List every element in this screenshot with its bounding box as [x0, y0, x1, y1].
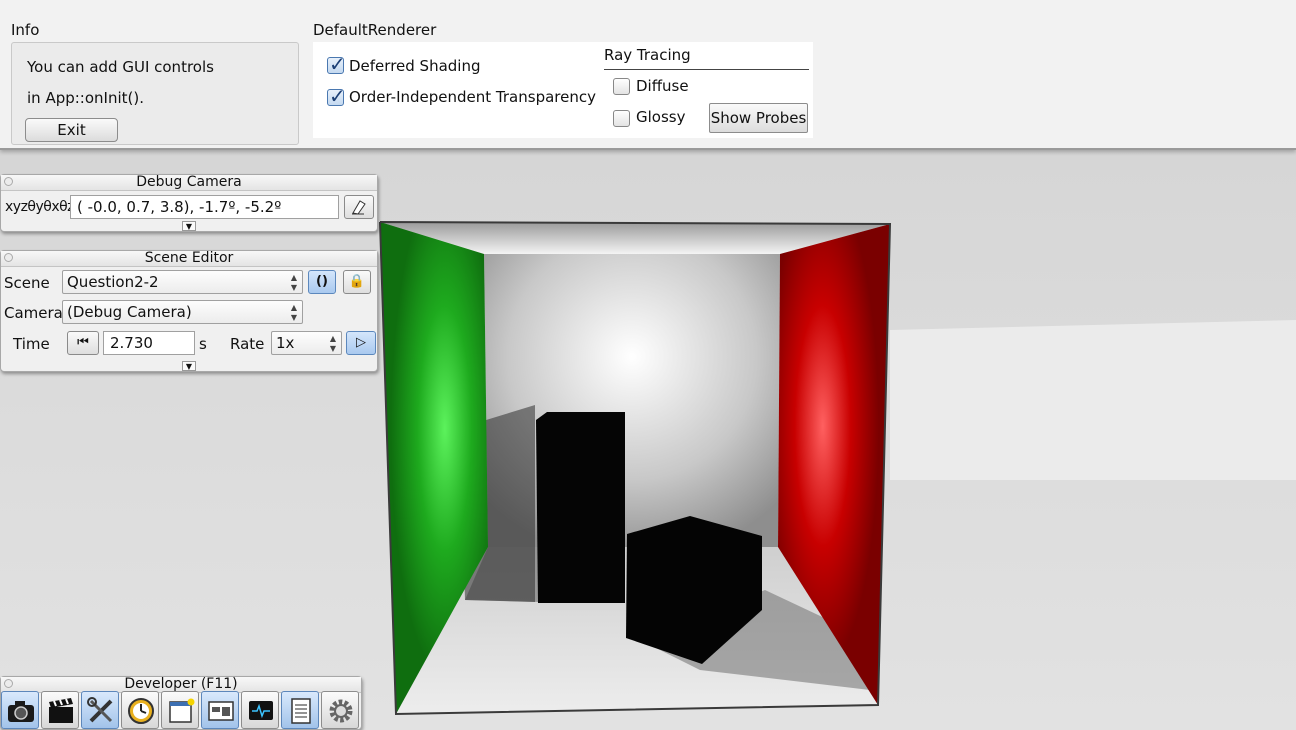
monitor-tool-button[interactable] [241, 691, 279, 729]
gear-icon [329, 699, 353, 723]
panel-collapse-icon[interactable] [4, 177, 13, 186]
scene-select-value: Question2-2 [67, 273, 159, 291]
deferred-shading-label: Deferred Shading [349, 57, 481, 75]
reload-scene-button[interactable]: () [308, 270, 336, 294]
oit-checkbox[interactable]: ✓ [327, 84, 346, 108]
glossy-label: Glossy [636, 108, 686, 126]
expand-down-icon[interactable]: ▼ [182, 221, 196, 231]
debug-camera-panel: Debug Camera xyzθyθxθz ( -0.0, 0.7, 3.8)… [0, 174, 378, 232]
cornell-box-render [0, 150, 1296, 730]
layout-icon [208, 701, 234, 721]
diffuse-label: Diffuse [636, 77, 689, 95]
time-label: Time [13, 335, 50, 353]
rewind-button[interactable]: ⏮ [67, 331, 99, 355]
diffuse-checkbox[interactable] [613, 78, 630, 95]
checkmark-icon: ✓ [329, 52, 346, 76]
renderer-group-title: DefaultRenderer [313, 21, 437, 39]
lock-icon: 🔒 [348, 274, 366, 289]
rate-select[interactable]: 1x ▲ ▼ [271, 331, 342, 355]
log-tool-button[interactable] [281, 691, 319, 729]
ray-tracing-divider [604, 69, 809, 70]
monitor-icon [249, 701, 273, 720]
3d-viewport[interactable] [0, 150, 1296, 730]
panel-collapse-icon[interactable] [4, 679, 13, 688]
developer-toolbar: Developer (F11) [0, 676, 362, 730]
rate-select-value: 1x [276, 334, 295, 352]
document-icon [291, 698, 311, 724]
top-control-bar: Info You can add GUI controls in App::on… [0, 0, 1296, 150]
lock-scene-button[interactable]: 🔒 [343, 270, 371, 294]
rewind-icon: ⏮ [77, 335, 89, 350]
info-text-line2: in App::onInit(). [27, 89, 144, 107]
tools-icon [87, 697, 113, 723]
oit-label: Order-Independent Transparency [349, 88, 596, 106]
scene-select[interactable]: Question2-2 ▲ ▼ [62, 270, 303, 294]
camera-coords-label: xyzθyθxθz [5, 199, 75, 215]
debug-camera-title[interactable]: Debug Camera [1, 175, 377, 191]
reload-icon: () [316, 274, 328, 289]
camera-select[interactable]: (Debug Camera) ▲ ▼ [62, 300, 303, 324]
camera-icon [8, 701, 34, 722]
tools-button[interactable] [81, 691, 119, 729]
settings-tool-button[interactable] [321, 691, 359, 729]
camera-coords-field[interactable]: ( -0.0, 0.7, 3.8), -1.7º, -5.2º [70, 195, 339, 219]
exit-button[interactable]: Exit [25, 118, 118, 142]
camera-tool-button[interactable] [1, 691, 39, 729]
glossy-checkbox[interactable] [613, 110, 630, 127]
time-field[interactable]: 2.730 [103, 331, 195, 355]
select-arrows-icon: ▲ ▼ [329, 334, 336, 353]
scene-label: Scene [4, 274, 50, 292]
clapperboard-icon [49, 698, 73, 723]
clock-icon [128, 698, 154, 724]
camera-select-value: (Debug Camera) [67, 303, 192, 321]
window-icon [169, 698, 195, 723]
rate-label: Rate [230, 335, 265, 353]
scene-editor-title[interactable]: Scene Editor [1, 251, 377, 267]
expand-down-icon[interactable]: ▼ [182, 361, 196, 371]
panel-collapse-icon[interactable] [4, 253, 13, 262]
info-panel: You can add GUI controls in App::onInit(… [11, 42, 299, 145]
play-icon: ▷ [356, 335, 366, 350]
checkmark-icon: ✓ [329, 84, 346, 108]
camera-label: Camera [4, 304, 63, 322]
video-tool-button[interactable] [41, 691, 79, 729]
scene-editor-panel: Scene Editor Scene Question2-2 ▲ ▼ () 🔒 C… [0, 250, 378, 372]
copy-camera-button[interactable] [344, 195, 374, 219]
info-group-title: Info [11, 21, 40, 39]
select-arrows-icon: ▲ ▼ [290, 273, 297, 292]
ray-tracing-title: Ray Tracing [604, 46, 691, 64]
profiler-tool-button[interactable] [121, 691, 159, 729]
select-arrows-icon: ▲ ▼ [290, 303, 297, 322]
new-window-button[interactable] [161, 691, 199, 729]
time-unit-label: s [199, 335, 207, 353]
info-text-line1: You can add GUI controls [27, 58, 214, 76]
play-button[interactable]: ▷ [346, 331, 376, 355]
show-probes-button[interactable]: Show Probes [709, 103, 808, 133]
layout-tool-button[interactable] [201, 691, 239, 729]
clipboard-icon [352, 200, 366, 215]
deferred-shading-checkbox[interactable]: ✓ [327, 52, 346, 76]
